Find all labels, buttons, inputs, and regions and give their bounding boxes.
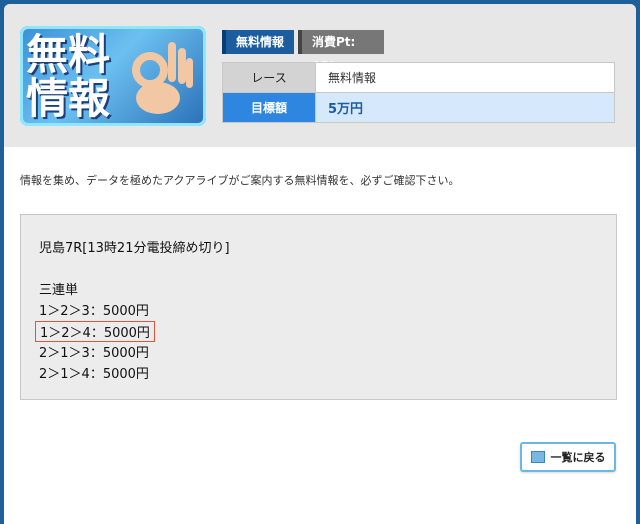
info-table: レース 無料情報 目標額 5万円 [222, 62, 615, 123]
points-badge: 消費Pt: 0Pt [298, 30, 384, 73]
target-value: 5万円 [315, 92, 615, 123]
banner-text-line2: 情報 [26, 74, 111, 123]
ok-hand-icon [132, 42, 193, 114]
tab-free-info[interactable]: 無料情報 [222, 30, 294, 54]
bet-line: 2＞1＞4：5000円 [39, 367, 149, 382]
intro-text: 情報を集め、データを極めたアクアライブがご案内する無料情報を、必ずご確認下さい。 [20, 174, 460, 187]
race-label: レース [222, 62, 316, 93]
banner-text-line1: 無料 [26, 30, 111, 79]
bet-type: 三連単 [39, 283, 79, 298]
bet-line-highlighted: 1＞2＞4：5000円 [35, 321, 155, 342]
bet-line: 1＞2＞3：5000円 [39, 304, 149, 319]
race-title: 児島7R[13時21分電投締め切り] [39, 241, 230, 256]
bet-line: 2＞1＞3：5000円 [39, 346, 149, 361]
back-to-list-button[interactable]: 一覧に戻る [520, 442, 616, 472]
table-row: 目標額 5万円 [222, 92, 615, 123]
back-arrow-icon [530, 451, 545, 463]
header: 無料 情報 無料情報 消費Pt: 0Pt レース 無料情報 目標額 5万円 [4, 4, 636, 147]
target-label: 目標額 [222, 92, 316, 123]
table-row: レース 無料情報 [222, 62, 615, 93]
page: 無料 情報 無料情報 消費Pt: 0Pt レース 無料情報 目標額 5万円 [4, 4, 636, 524]
back-button-label: 一覧に戻る [550, 451, 606, 464]
prediction-box: 児島7R[13時21分電投締め切り] 三連単 1＞2＞3：5000円 1＞2＞4… [20, 214, 617, 400]
race-value: 無料情報 [315, 62, 615, 93]
free-info-banner: 無料 情報 [20, 26, 206, 126]
